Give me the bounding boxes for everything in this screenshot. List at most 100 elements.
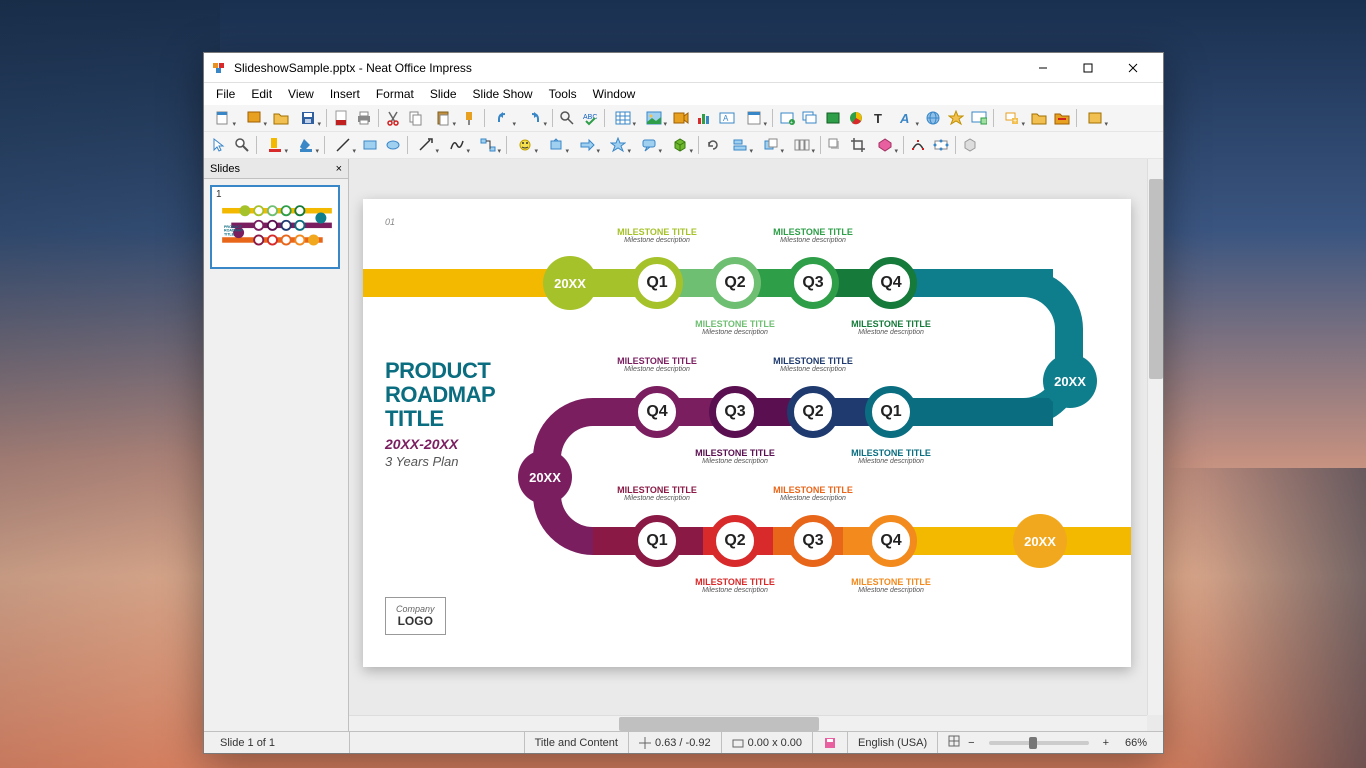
symbol-shapes-button[interactable] — [541, 134, 571, 156]
ms-r3-q3-top[interactable]: MILESTONE TITLEMilestone description — [758, 485, 868, 502]
3d-button[interactable] — [665, 134, 695, 156]
new-button[interactable] — [208, 107, 238, 129]
basic-shapes-button[interactable] — [510, 134, 540, 156]
ms-r1-q1-top[interactable]: MILESTONE TITLEMilestone description — [602, 227, 712, 244]
arrange-button[interactable] — [756, 134, 786, 156]
r2-q1[interactable]: Q1 — [865, 386, 917, 438]
fontwork-button[interactable]: A — [891, 107, 921, 129]
new-slide-button[interactable]: + — [997, 107, 1027, 129]
crop-button[interactable] — [847, 134, 869, 156]
horizontal-scrollbar-thumb[interactable] — [619, 717, 819, 731]
ms-r1-q4-bot[interactable]: MILESTONE TITLEMilestone description — [836, 319, 946, 336]
callouts-button[interactable] — [634, 134, 664, 156]
vertical-scrollbar[interactable] — [1147, 159, 1163, 715]
zoom-slider[interactable] — [989, 741, 1089, 745]
line-color-button[interactable] — [260, 134, 290, 156]
r3-q3[interactable]: Q3 — [787, 515, 839, 567]
table-button[interactable] — [608, 107, 638, 129]
filter-button[interactable] — [870, 134, 900, 156]
r2-q3[interactable]: Q3 — [709, 386, 761, 438]
ms-r1-q2-bot[interactable]: MILESTONE TITLEMilestone description — [680, 319, 790, 336]
ms-r3-q1-top[interactable]: MILESTONE TITLEMilestone description — [602, 485, 712, 502]
slide-canvas[interactable]: 01 PRODUCT ROADMAP TITLE 20XX-20XX 3 Yea… — [349, 159, 1163, 731]
align-button[interactable] — [725, 134, 755, 156]
slide-thumbnail-1[interactable]: 1 — [210, 185, 340, 269]
r1-q2[interactable]: Q2 — [709, 257, 761, 309]
maximize-button[interactable] — [1065, 54, 1110, 82]
fill-color-button[interactable] — [291, 134, 321, 156]
ms-r2-q4-top[interactable]: MILESTONE TITLEMilestone description — [602, 356, 712, 373]
menu-slide[interactable]: Slide — [422, 85, 465, 103]
company-logo-box[interactable]: Company LOGO — [385, 597, 446, 635]
zoom-fit-icon[interactable] — [948, 735, 960, 750]
connectors-button[interactable] — [473, 134, 503, 156]
undo-button[interactable] — [488, 107, 518, 129]
line-button[interactable] — [328, 134, 358, 156]
zoom-tool[interactable] — [231, 134, 253, 156]
insert-av-button[interactable] — [670, 107, 692, 129]
copy-button[interactable] — [405, 107, 427, 129]
rectangle-button[interactable] — [359, 134, 381, 156]
roadmap-title-block[interactable]: PRODUCT ROADMAP TITLE 20XX-20XX 3 Years … — [385, 359, 545, 469]
paste-button[interactable] — [428, 107, 458, 129]
distribute-button[interactable] — [787, 134, 817, 156]
r3-q1[interactable]: Q1 — [631, 515, 683, 567]
r1-q4[interactable]: Q4 — [865, 257, 917, 309]
slide-layout-button[interactable] — [1028, 107, 1050, 129]
status-language[interactable]: English (USA) — [848, 732, 938, 753]
year-2[interactable]: 20XX — [1043, 354, 1097, 408]
toggle-extrusion-button[interactable] — [959, 134, 981, 156]
zoom-value[interactable]: 66% — [1117, 737, 1147, 749]
menu-format[interactable]: Format — [368, 85, 422, 103]
insert-textbox-button[interactable]: A — [716, 107, 738, 129]
spellcheck-button[interactable]: ABC — [579, 107, 601, 129]
clone-formatting-button[interactable] — [459, 107, 481, 129]
rotate-button[interactable] — [702, 134, 724, 156]
template-button[interactable] — [239, 107, 269, 129]
ellipse-button[interactable] — [382, 134, 404, 156]
menu-slideshow[interactable]: Slide Show — [465, 85, 541, 103]
menu-file[interactable]: File — [208, 85, 243, 103]
close-button[interactable] — [1110, 54, 1155, 82]
open-button[interactable] — [270, 107, 292, 129]
print-button[interactable] — [353, 107, 375, 129]
insert-header-footer-button[interactable] — [739, 107, 769, 129]
insert-chart-pie-button[interactable] — [845, 107, 867, 129]
vertical-scrollbar-thumb[interactable] — [1149, 179, 1163, 379]
curves-button[interactable] — [442, 134, 472, 156]
year-1[interactable]: 20XX — [543, 256, 597, 310]
slides-panel-close-icon[interactable]: × — [336, 163, 342, 175]
glue-points-button[interactable] — [930, 134, 952, 156]
r2-q2[interactable]: Q2 — [787, 386, 839, 438]
ms-r2-q1-bot[interactable]: MILESTONE TITLEMilestone description — [836, 448, 946, 465]
slide-editor[interactable]: 01 PRODUCT ROADMAP TITLE 20XX-20XX 3 Yea… — [363, 199, 1131, 667]
minimize-button[interactable] — [1020, 54, 1065, 82]
r1-q3[interactable]: Q3 — [787, 257, 839, 309]
menu-tools[interactable]: Tools — [541, 85, 585, 103]
insert-image-button[interactable] — [639, 107, 669, 129]
delete-slide-button[interactable] — [1051, 107, 1073, 129]
r3-q2[interactable]: Q2 — [709, 515, 761, 567]
save-button[interactable] — [293, 107, 323, 129]
insert-text-button[interactable]: T — [868, 107, 890, 129]
r2-q4[interactable]: Q4 — [631, 386, 683, 438]
shadow-button[interactable] — [824, 134, 846, 156]
display-views-button[interactable] — [1080, 107, 1110, 129]
year-4[interactable]: 20XX — [1013, 514, 1067, 568]
master-slide-button[interactable]: + — [776, 107, 798, 129]
ms-r3-q2-bot[interactable]: MILESTONE TITLEMilestone description — [680, 577, 790, 594]
zoom-slider-thumb[interactable] — [1029, 737, 1037, 749]
ms-r1-q3-top[interactable]: MILESTONE TITLEMilestone description — [758, 227, 868, 244]
block-arrows-button[interactable] — [572, 134, 602, 156]
lines-arrows-button[interactable] — [411, 134, 441, 156]
start-presentation-button[interactable] — [968, 107, 990, 129]
r1-q1[interactable]: Q1 — [631, 257, 683, 309]
slide-properties-button[interactable] — [822, 107, 844, 129]
ms-r3-q4-bot[interactable]: MILESTONE TITLEMilestone description — [836, 577, 946, 594]
ms-r2-q2-top[interactable]: MILESTONE TITLEMilestone description — [758, 356, 868, 373]
points-button[interactable] — [907, 134, 929, 156]
stars-button[interactable] — [603, 134, 633, 156]
zoom-out-button[interactable]: − — [964, 737, 978, 749]
year-3[interactable]: 20XX — [518, 450, 572, 504]
ms-r2-q3-bot[interactable]: MILESTONE TITLEMilestone description — [680, 448, 790, 465]
